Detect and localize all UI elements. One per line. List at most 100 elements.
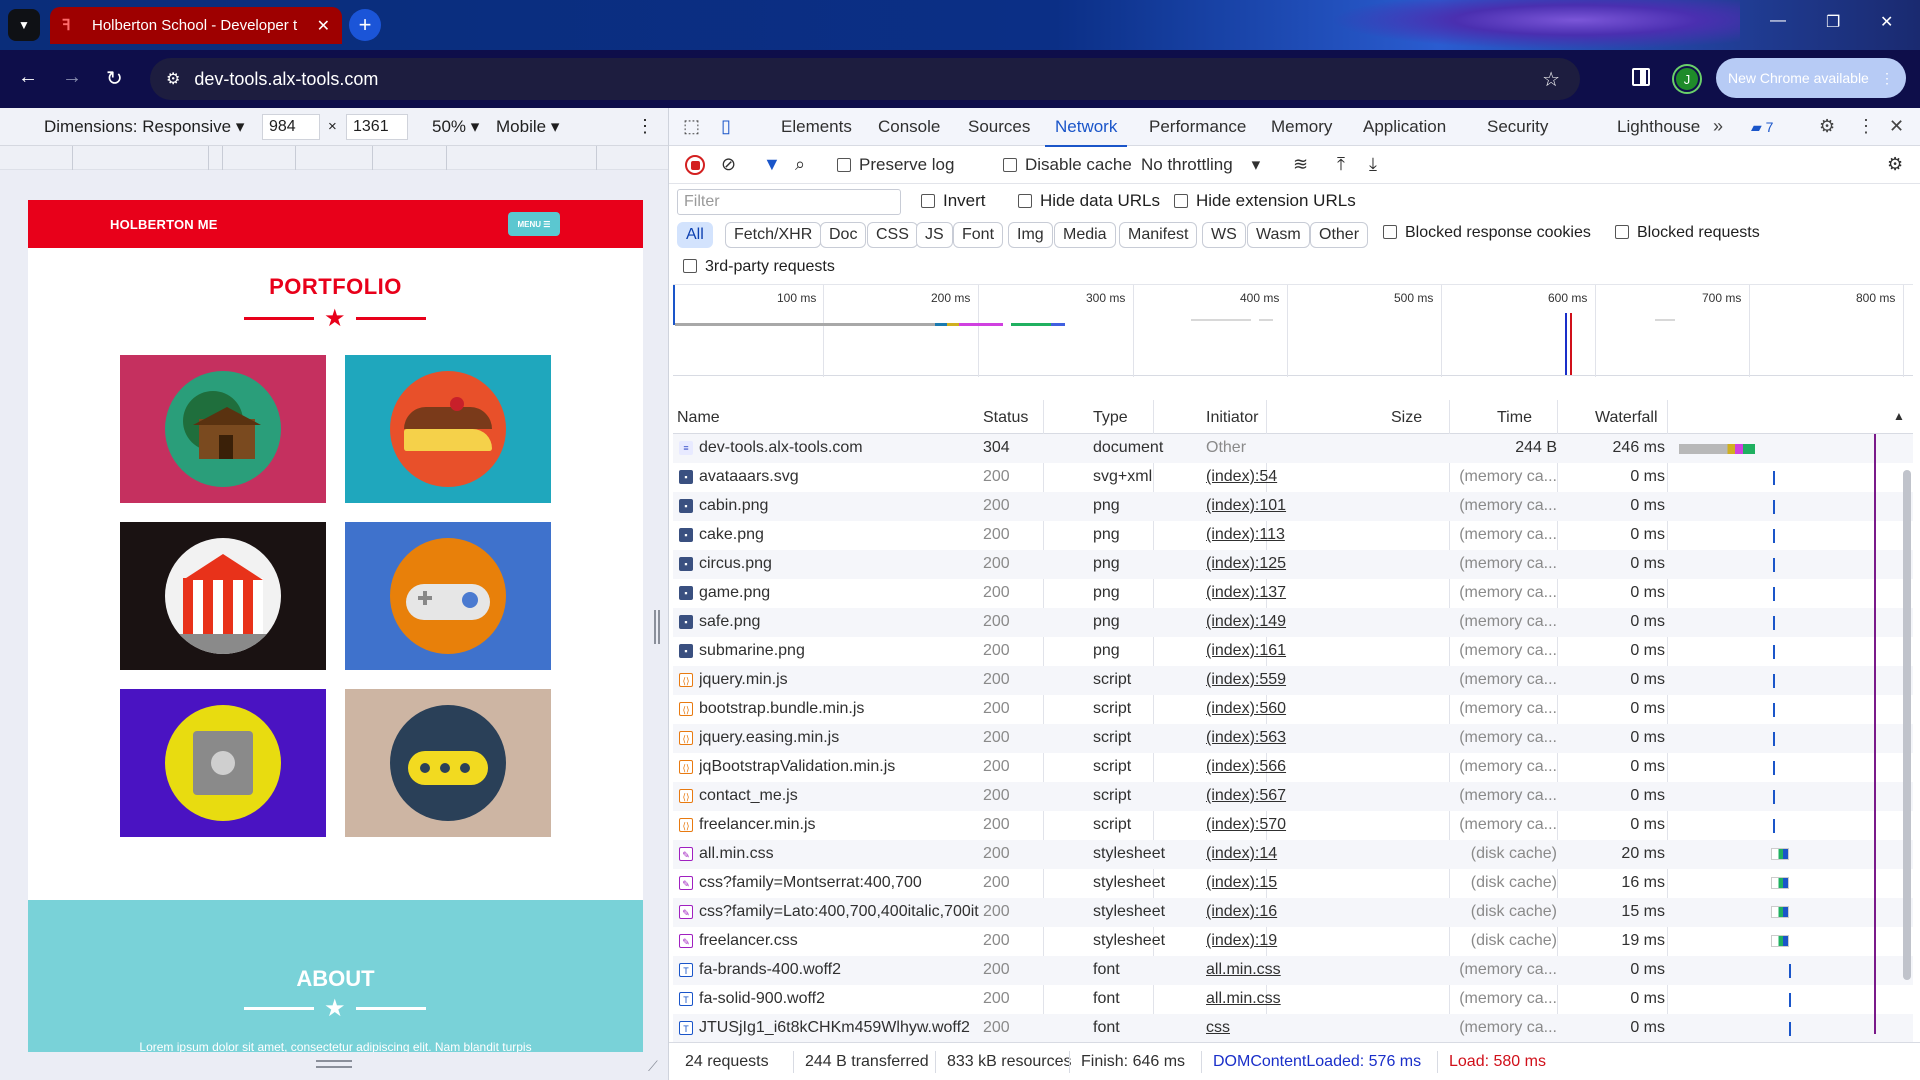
column-status[interactable]: Status — [983, 409, 1028, 427]
request-initiator[interactable]: (index):113 — [1206, 526, 1386, 544]
request-initiator[interactable]: all.min.css — [1206, 990, 1386, 1008]
throttling-dropdown[interactable]: No throttling ▾ — [1141, 155, 1260, 175]
zoom-dropdown[interactable]: 50% ▾ — [432, 117, 479, 137]
sort-up-icon[interactable]: ▲ — [1893, 409, 1905, 423]
type-filter-wasm[interactable]: Wasm — [1247, 222, 1310, 248]
request-row[interactable]: ⟨⟩ freelancer.min.js 200 script (index):570 (… — [673, 811, 1913, 840]
request-initiator[interactable]: (index):16 — [1206, 903, 1386, 921]
more-tabs-icon[interactable]: » — [1713, 116, 1723, 137]
request-row[interactable]: ▪ avataaars.svg 200 svg+xml (index):54 (memor… — [673, 463, 1913, 492]
request-initiator[interactable]: (index):125 — [1206, 555, 1386, 573]
back-arrow-icon[interactable]: ← — [18, 66, 38, 89]
request-initiator[interactable]: (index):14 — [1206, 845, 1386, 863]
preserve-log-checkbox[interactable]: Preserve log — [837, 155, 954, 175]
requests-scrollbar[interactable] — [1901, 452, 1913, 1042]
restore-icon[interactable]: ❐ — [1826, 12, 1840, 32]
address-bar[interactable]: ⚙ dev-tools.alx-tools.com ☆ — [150, 58, 1580, 100]
tab-network[interactable]: Network — [1044, 117, 1128, 147]
request-row[interactable]: ✎ freelancer.css 200 stylesheet (index):19 (d… — [673, 927, 1913, 956]
inspect-element-icon[interactable]: ⬚ — [683, 116, 700, 137]
type-filter-doc[interactable]: Doc — [820, 222, 867, 248]
request-row[interactable]: ⟨⟩ jqBootstrapValidation.min.js 200 script (… — [673, 753, 1913, 782]
portfolio-item-submarine[interactable] — [345, 689, 551, 837]
request-row[interactable]: ⟨⟩ jquery.min.js 200 script (index):559 (memo… — [673, 666, 1913, 695]
type-filter-css[interactable]: CSS — [867, 222, 918, 248]
network-conditions-icon[interactable]: ≋ — [1293, 154, 1308, 175]
new-tab-button[interactable]: + — [349, 9, 381, 41]
tab-application[interactable]: Application — [1363, 117, 1446, 137]
type-filter-other[interactable]: Other — [1310, 222, 1369, 248]
request-row[interactable]: ▪ safe.png 200 png (index):149 (memory ca... 0… — [673, 608, 1913, 637]
request-row[interactable]: ✎ css?family=Lato:400,700,400italic,700it… — [673, 898, 1913, 927]
tab-search-button[interactable]: ▼ — [8, 9, 40, 41]
throttle-mode-dropdown[interactable]: Mobile ▾ — [496, 117, 559, 137]
blocked-requests-checkbox[interactable]: Blocked requests — [1615, 224, 1760, 242]
type-filter-ws[interactable]: WS — [1202, 222, 1246, 248]
resize-corner-icon[interactable]: ⟋ — [648, 1058, 658, 1075]
device-toolbar-icon[interactable]: ▯ — [721, 116, 731, 137]
update-chrome-button[interactable]: New Chrome available ⋮ — [1716, 58, 1906, 98]
stop-recording-icon[interactable] — [685, 155, 705, 175]
portfolio-item-cabin[interactable] — [120, 355, 326, 503]
request-initiator[interactable]: (index):560 — [1206, 700, 1386, 718]
tab-console[interactable]: Console — [878, 117, 940, 137]
request-initiator[interactable]: (index):137 — [1206, 584, 1386, 602]
site-info-icon[interactable]: ⚙ — [166, 69, 180, 89]
site-menu-button[interactable]: MENU ☰ — [508, 212, 560, 236]
request-row[interactable]: ▪ game.png 200 png (index):137 (memory ca... 0… — [673, 579, 1913, 608]
close-window-icon[interactable]: ✕ — [1880, 12, 1893, 32]
request-initiator[interactable]: (index):566 — [1206, 758, 1386, 776]
request-row[interactable]: ▪ cabin.png 200 png (index):101 (memory ca...… — [673, 492, 1913, 521]
request-row[interactable]: Tfa-solid-900.woff2 200 font all.min.css (me… — [673, 985, 1913, 1014]
portfolio-item-circus[interactable] — [120, 522, 326, 670]
issues-badge[interactable]: ▰ 7 — [1751, 119, 1773, 136]
profile-avatar[interactable]: J — [1674, 66, 1700, 92]
request-initiator[interactable]: all.min.css — [1206, 961, 1386, 979]
blocked-cookies-checkbox[interactable]: Blocked response cookies — [1383, 224, 1591, 242]
request-initiator[interactable]: (index):149 — [1206, 613, 1386, 631]
request-row[interactable]: T JTUSjIg1_i6t8kCHKm459Wlhyw.woff2 200 font… — [673, 1014, 1913, 1043]
type-filter-img[interactable]: Img — [1008, 222, 1053, 248]
hide-data-urls-checkbox[interactable]: Hide data URLs — [1018, 191, 1160, 211]
request-row[interactable]: ✎ css?family=Montserrat:400,700 200 stylesh… — [673, 869, 1913, 898]
request-initiator[interactable]: (index):15 — [1206, 874, 1386, 892]
request-initiator[interactable]: (index):559 — [1206, 671, 1386, 689]
close-tab-icon[interactable]: ✕ — [317, 16, 330, 36]
scrollbar-thumb[interactable] — [1903, 470, 1911, 980]
type-filter-js[interactable]: JS — [916, 222, 953, 248]
request-initiator[interactable]: (index):570 — [1206, 816, 1386, 834]
network-settings-icon[interactable]: ⚙ — [1887, 154, 1903, 175]
request-row[interactable]: ✎ all.min.css 200 stylesheet (index):14 (disk… — [673, 840, 1913, 869]
filter-funnel-icon[interactable]: ▼ — [763, 154, 781, 175]
type-filter-manifest[interactable]: Manifest — [1119, 222, 1198, 248]
viewport-resize-handle[interactable] — [654, 610, 660, 644]
search-icon[interactable]: ⌕ — [795, 154, 805, 175]
dimensions-dropdown[interactable]: Dimensions: Responsive ▾ — [44, 117, 244, 137]
request-row[interactable]: Tfa-brands-400.woff2 200 font all.min.css (m… — [673, 956, 1913, 985]
request-row[interactable]: ≡ dev-tools.alx-tools.com 304 document Other… — [673, 434, 1913, 463]
tab-sources[interactable]: Sources — [968, 117, 1030, 137]
hide-extension-urls-checkbox[interactable]: Hide extension URLs — [1174, 191, 1356, 211]
bookmark-star-icon[interactable]: ☆ — [1542, 67, 1560, 92]
request-initiator[interactable]: (index):54 — [1206, 468, 1386, 486]
type-filter-font[interactable]: Font — [953, 222, 1004, 248]
column-size[interactable]: Size — [1391, 409, 1422, 427]
column-type[interactable]: Type — [1093, 409, 1128, 427]
clear-icon[interactable]: ⊘ — [721, 154, 736, 175]
settings-gear-icon[interactable]: ⚙ — [1819, 116, 1835, 137]
request-row[interactable]: ⟨⟩ contact_me.js 200 script (index):567 (memo… — [673, 782, 1913, 811]
column-time[interactable]: Time — [1497, 409, 1532, 427]
column-name[interactable]: Name — [677, 409, 720, 427]
network-overview-timeline[interactable]: 100 ms 200 ms 300 ms 400 ms 500 ms 600 m… — [673, 284, 1913, 377]
tab-memory[interactable]: Memory — [1271, 117, 1332, 137]
request-initiator[interactable]: (index):563 — [1206, 729, 1386, 747]
type-filter-fetch-xhr[interactable]: Fetch/XHR — [725, 222, 822, 248]
request-row[interactable]: ⟨⟩ jquery.easing.min.js 200 script (index):5… — [673, 724, 1913, 753]
tab-elements[interactable]: Elements — [781, 117, 852, 137]
tab-lighthouse[interactable]: Lighthouse — [1617, 117, 1700, 137]
import-har-icon[interactable]: ⤒ — [1337, 154, 1345, 175]
type-filter-all[interactable]: All — [677, 222, 713, 248]
disable-cache-checkbox[interactable]: Disable cache — [1003, 155, 1132, 175]
column-waterfall[interactable]: Waterfall — [1595, 409, 1658, 427]
width-input[interactable]: 984 — [262, 114, 320, 140]
